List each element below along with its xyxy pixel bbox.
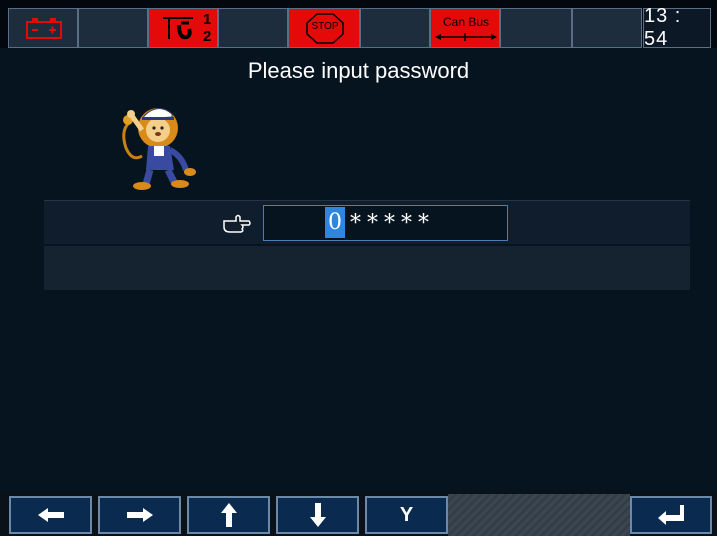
canbus-icon: [435, 33, 497, 41]
status-cell-stop: STOP: [288, 8, 360, 48]
arrow-right-icon: [126, 508, 153, 522]
lion-mascot-icon: [122, 108, 196, 190]
status-cell-empty-1: [78, 8, 148, 48]
right-button[interactable]: [98, 496, 181, 534]
status-cell-boom: 1 2: [148, 8, 218, 48]
yes-button[interactable]: Y: [365, 496, 448, 534]
status-cell-battery: [8, 8, 78, 48]
status-cell-empty-2: [218, 8, 288, 48]
status-cell-empty-4: [500, 8, 572, 48]
yes-button-label: Y: [399, 503, 414, 526]
info-row: [44, 246, 690, 290]
password-masked-digits: *****: [350, 210, 435, 236]
enter-button[interactable]: [630, 496, 712, 534]
status-cell-empty-5: [572, 8, 642, 48]
boom-digit-bottom: 2: [203, 28, 212, 45]
down-button[interactable]: [276, 496, 359, 534]
arrow-down-icon: [309, 503, 326, 527]
left-button[interactable]: [9, 496, 92, 534]
page-title: Please input password: [247, 58, 470, 83]
clock: 13 : 54: [643, 5, 711, 50]
status-cell-canbus: Can Bus: [430, 8, 500, 48]
pointing-hand-icon: [223, 214, 251, 233]
password-current-digit[interactable]: 0: [325, 207, 345, 238]
stop-label: STOP: [311, 21, 339, 32]
arrow-up-icon: [220, 503, 237, 527]
enter-icon: [658, 505, 684, 525]
battery-icon: [26, 18, 62, 39]
toolbar-filler: [448, 494, 630, 536]
status-cell-empty-3: [360, 8, 430, 48]
up-button[interactable]: [187, 496, 270, 534]
arrow-left-icon: [37, 508, 64, 522]
boom-digit-top: 1: [203, 11, 212, 28]
